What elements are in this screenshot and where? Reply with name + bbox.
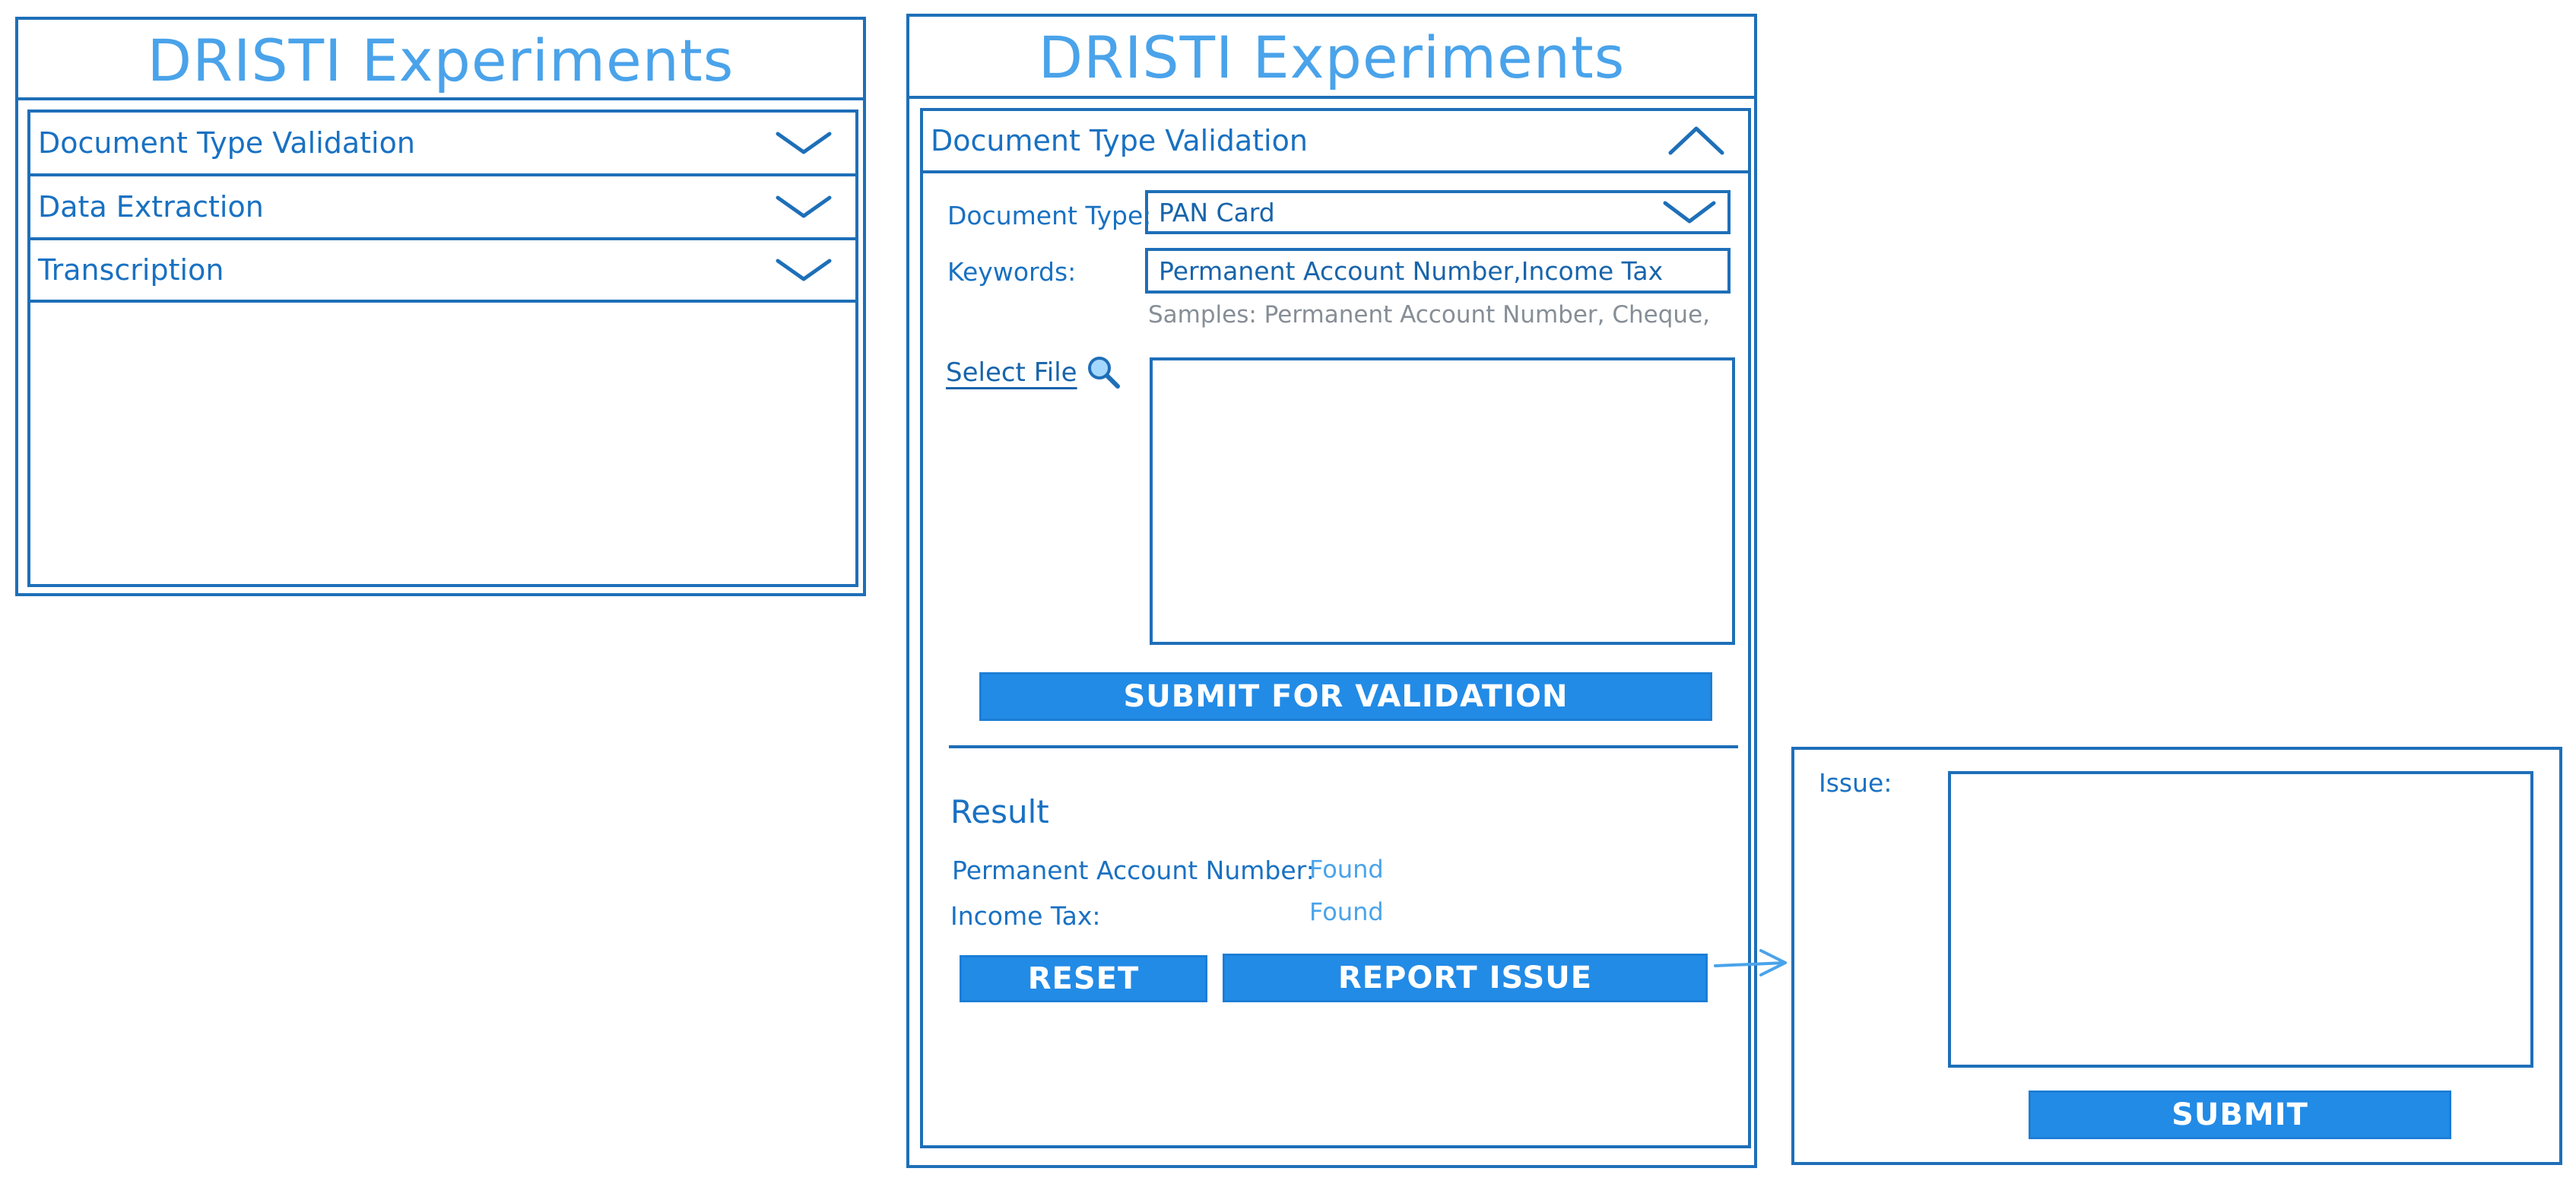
report-issue-button[interactable]: REPORT ISSUE [1223, 954, 1708, 1002]
left-title-divider [17, 97, 864, 100]
section-header-document-type-validation[interactable]: Document Type Validation [920, 108, 1751, 173]
issue-textarea[interactable] [1948, 771, 2533, 1068]
chevron-down-icon [776, 259, 832, 281]
document-type-value: PAN Card [1159, 197, 1275, 227]
document-type-select[interactable]: PAN Card [1145, 190, 1731, 234]
accordion-item-label: Transcription [38, 253, 224, 287]
keywords-label: Keywords: [947, 257, 1077, 287]
search-icon[interactable] [1086, 354, 1121, 389]
keywords-hint: Samples: Permanent Account Number, Chequ… [1148, 301, 1710, 329]
reset-button[interactable]: RESET [960, 955, 1207, 1002]
section-header-label: Document Type Validation [931, 124, 1308, 157]
middle-panel-title: DRISTI Experiments [1038, 24, 1626, 91]
keywords-value: Permanent Account Number,Income Tax [1159, 256, 1664, 286]
result-row-value: Found [1309, 855, 1384, 884]
chevron-down-icon [1663, 201, 1716, 224]
result-row-value: Found [1309, 897, 1384, 926]
arrow-right-icon [1714, 949, 1787, 976]
accordion-item-label: Document Type Validation [38, 126, 415, 160]
keywords-input[interactable]: Permanent Account Number,Income Tax [1145, 248, 1731, 294]
accordion-item-document-type-validation[interactable]: Document Type Validation [27, 110, 858, 176]
middle-title-divider [908, 96, 1756, 99]
submit-for-validation-button[interactable]: SUBMIT FOR VALIDATION [979, 672, 1712, 721]
chevron-down-icon [776, 132, 832, 154]
left-panel-title: DRISTI Experiments [147, 27, 734, 94]
result-row-label: Income Tax: [950, 901, 1101, 931]
accordion-item-data-extraction[interactable]: Data Extraction [27, 173, 858, 240]
file-preview-area[interactable] [1150, 357, 1735, 645]
issue-label: Issue: [1819, 768, 1892, 798]
accordion-item-label: Data Extraction [38, 190, 264, 224]
select-file-link[interactable]: Select File [946, 354, 1077, 391]
issue-submit-button[interactable]: SUBMIT [2029, 1091, 2451, 1139]
accordion-item-transcription[interactable]: Transcription [27, 237, 858, 303]
result-divider [949, 745, 1738, 748]
result-row-label: Permanent Account Number: [952, 856, 1315, 885]
document-type-label: Document Type: [947, 201, 1152, 230]
result-title: Result [950, 793, 1049, 830]
chevron-up-icon [1668, 126, 1724, 155]
chevron-down-icon [776, 195, 832, 218]
